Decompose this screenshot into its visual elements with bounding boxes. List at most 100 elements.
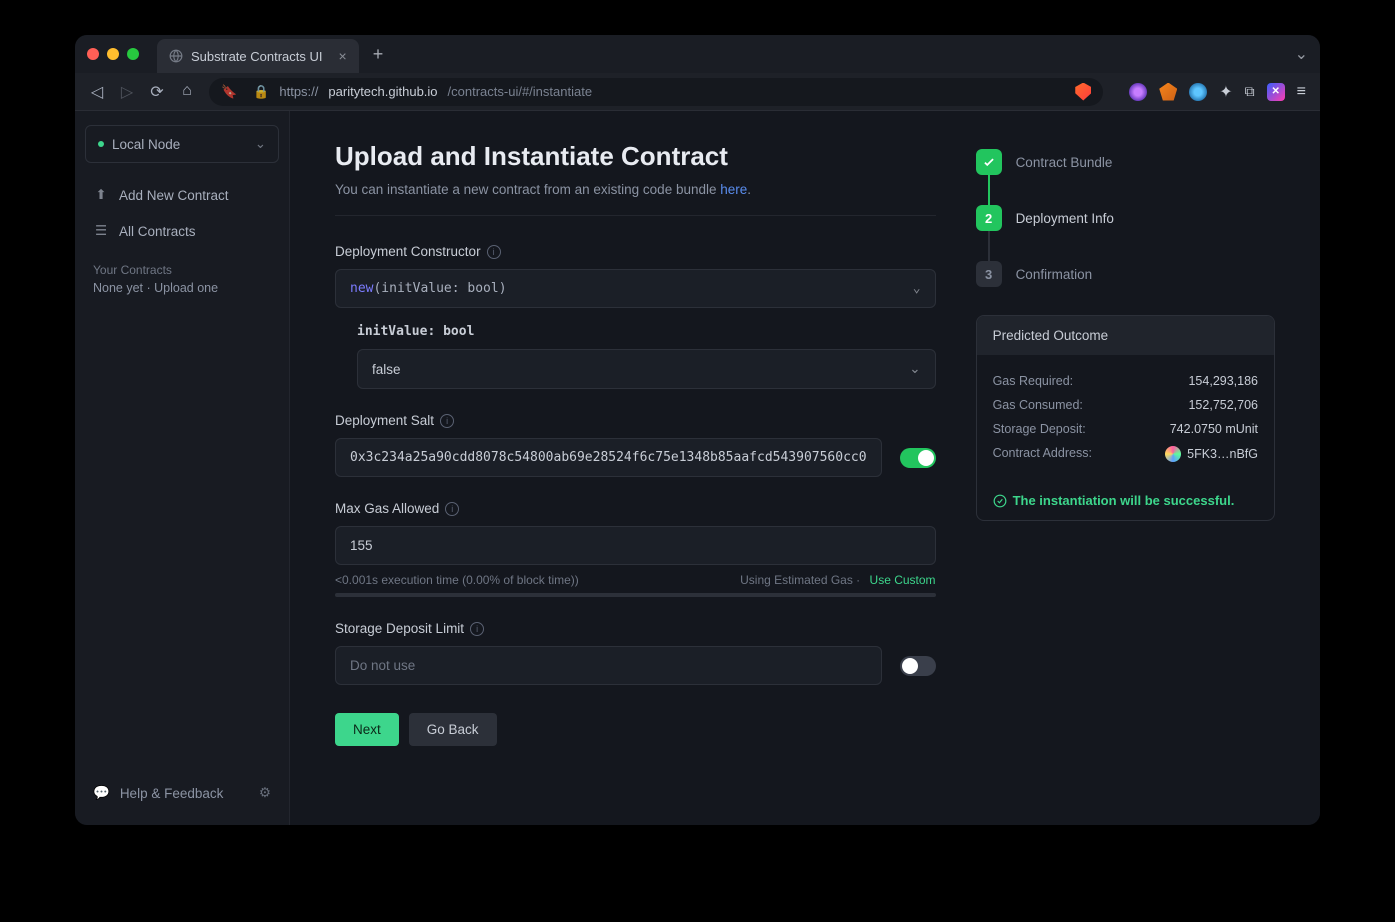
salt-input[interactable]: 0x3c234a25a90cdd8078c54800ab69e28524f6c7…	[335, 438, 882, 477]
step-label: Deployment Info	[1016, 211, 1114, 226]
upload-icon: ⬆	[93, 187, 109, 203]
outcome-value: 742.0750 mUnit	[1170, 422, 1258, 436]
next-button[interactable]: Next	[335, 713, 399, 746]
outcome-key: Storage Deposit:	[993, 422, 1086, 436]
extension-icon[interactable]	[1189, 83, 1207, 101]
gas-input[interactable]: 155	[335, 526, 936, 565]
constructor-label: Deployment Constructor i	[335, 244, 936, 259]
step-label: Contract Bundle	[1016, 155, 1113, 170]
url-prefix: https://	[279, 84, 318, 99]
step-connector	[988, 175, 990, 205]
deposit-input[interactable]: Do not use	[335, 646, 882, 685]
url-host: paritytech.github.io	[328, 84, 437, 99]
brave-shield-icon[interactable]	[1075, 83, 1091, 101]
extensions-menu-icon[interactable]: ✦	[1219, 82, 1232, 102]
outcome-key: Gas Consumed:	[993, 398, 1083, 412]
sidebar-item-label: Add New Contract	[119, 188, 229, 203]
back-button[interactable]: ◁	[89, 82, 105, 102]
minimize-window-button[interactable]	[107, 48, 119, 60]
pip-icon[interactable]: ⧉	[1245, 83, 1255, 100]
param-label: initValue: bool	[357, 324, 936, 339]
info-icon[interactable]: i	[487, 245, 501, 259]
chevron-down-icon: ⌄	[255, 136, 266, 152]
traffic-lights	[87, 48, 139, 60]
info-icon[interactable]: i	[440, 414, 454, 428]
chevron-down-icon: ⌄	[909, 361, 920, 377]
sidebar-section-heading: Your Contracts	[93, 263, 271, 277]
divider	[335, 215, 936, 216]
node-name: Local Node	[112, 137, 180, 152]
new-tab-button[interactable]: +	[373, 44, 384, 65]
home-button[interactable]: ⌂	[179, 82, 195, 102]
browser-window: Substrate Contracts UI × + ⌄ ◁ ▷ ⟳ ⌂ 🔖 🔒…	[75, 35, 1320, 825]
browser-menu-icon[interactable]: ≡	[1297, 83, 1306, 101]
metamask-icon[interactable]	[1159, 83, 1177, 101]
sidebar-item-add-contract[interactable]: ⬆ Add New Contract	[85, 177, 279, 213]
status-dot-icon	[98, 141, 104, 147]
chat-icon: 💬	[93, 785, 110, 801]
extension-icons: ✦ ⧉ ≡	[1129, 82, 1306, 102]
forward-button: ▷	[119, 82, 135, 102]
globe-icon	[169, 49, 183, 63]
success-message: The instantiation will be successful.	[977, 481, 1274, 520]
param-select[interactable]: false ⌄	[357, 349, 936, 389]
extension-icon[interactable]	[1129, 83, 1147, 101]
gas-execution-time: <0.001s execution time (0.00% of block t…	[335, 573, 579, 587]
stepper: Contract Bundle 2 Deployment Info 3 Conf…	[976, 149, 1275, 287]
info-icon[interactable]: i	[445, 502, 459, 516]
browser-tab[interactable]: Substrate Contracts UI ×	[157, 39, 359, 73]
check-icon	[982, 155, 996, 169]
sidebar-item-all-contracts[interactable]: ☰ All Contracts	[85, 213, 279, 249]
settings-icon[interactable]: ⚙	[259, 785, 271, 801]
outcome-key: Gas Required:	[993, 374, 1074, 388]
right-rail: Contract Bundle 2 Deployment Info 3 Conf…	[976, 141, 1275, 795]
page-subtitle: You can instantiate a new contract from …	[335, 182, 936, 197]
go-back-button[interactable]: Go Back	[409, 713, 497, 746]
sidebar-empty-text: None yet · Upload one	[93, 281, 271, 295]
gas-estimate-label: Using Estimated Gas ·	[740, 573, 860, 587]
outcome-value: 152,752,706	[1188, 398, 1258, 412]
url-field[interactable]: 🔖 🔒 https:// paritytech.github.io/contrac…	[209, 78, 1103, 106]
help-feedback-link[interactable]: Help & Feedback	[120, 786, 224, 801]
sidebar: Local Node ⌄ ⬆ Add New Contract ☰ All Co…	[75, 111, 290, 825]
deposit-toggle[interactable]	[900, 656, 936, 676]
stack-icon: ☰	[93, 223, 109, 239]
predicted-outcome-panel: Predicted Outcome Gas Required: 154,293,…	[976, 315, 1275, 521]
lock-icon: 🔒	[253, 84, 269, 100]
step-label: Confirmation	[1016, 267, 1093, 282]
salt-label: Deployment Salt i	[335, 413, 936, 428]
identicon-icon	[1165, 446, 1181, 462]
extension-icon[interactable]	[1267, 83, 1285, 101]
outcome-key: Contract Address:	[993, 446, 1092, 462]
step-badge-pending: 3	[976, 261, 1002, 287]
gas-label: Max Gas Allowed i	[335, 501, 936, 516]
check-circle-icon	[993, 494, 1007, 508]
chevron-down-icon: ⌄	[913, 281, 921, 296]
contract-address: 5FK3…nBfG	[1187, 447, 1258, 461]
main-content: Upload and Instantiate Contract You can …	[290, 111, 1320, 825]
sidebar-item-label: All Contracts	[119, 224, 196, 239]
step-connector	[988, 231, 990, 261]
reload-button[interactable]: ⟳	[149, 82, 165, 102]
close-tab-icon[interactable]: ×	[339, 48, 347, 64]
step-badge-done	[976, 149, 1002, 175]
bookmark-icon[interactable]: 🔖	[221, 84, 237, 100]
constructor-select[interactable]: new(initValue: bool) ⌄	[335, 269, 936, 308]
use-custom-link[interactable]: Use Custom	[870, 573, 936, 587]
deposit-label: Storage Deposit Limit i	[335, 621, 936, 636]
sidebar-footer: 💬 Help & Feedback ⚙	[85, 775, 279, 811]
tabs-overflow-icon[interactable]: ⌄	[1295, 44, 1308, 64]
node-selector[interactable]: Local Node ⌄	[85, 125, 279, 163]
salt-toggle[interactable]	[900, 448, 936, 468]
url-path: /contracts-ui/#/instantiate	[448, 84, 593, 99]
page-title: Upload and Instantiate Contract	[335, 141, 936, 172]
tab-title: Substrate Contracts UI	[191, 49, 323, 64]
maximize-window-button[interactable]	[127, 48, 139, 60]
outcome-title: Predicted Outcome	[977, 316, 1274, 355]
titlebar: Substrate Contracts UI × + ⌄	[75, 35, 1320, 73]
gas-progress-bar	[335, 593, 936, 597]
here-link[interactable]: here	[720, 182, 747, 197]
close-window-button[interactable]	[87, 48, 99, 60]
info-icon[interactable]: i	[470, 622, 484, 636]
nav-buttons: ◁ ▷ ⟳ ⌂	[89, 82, 195, 102]
